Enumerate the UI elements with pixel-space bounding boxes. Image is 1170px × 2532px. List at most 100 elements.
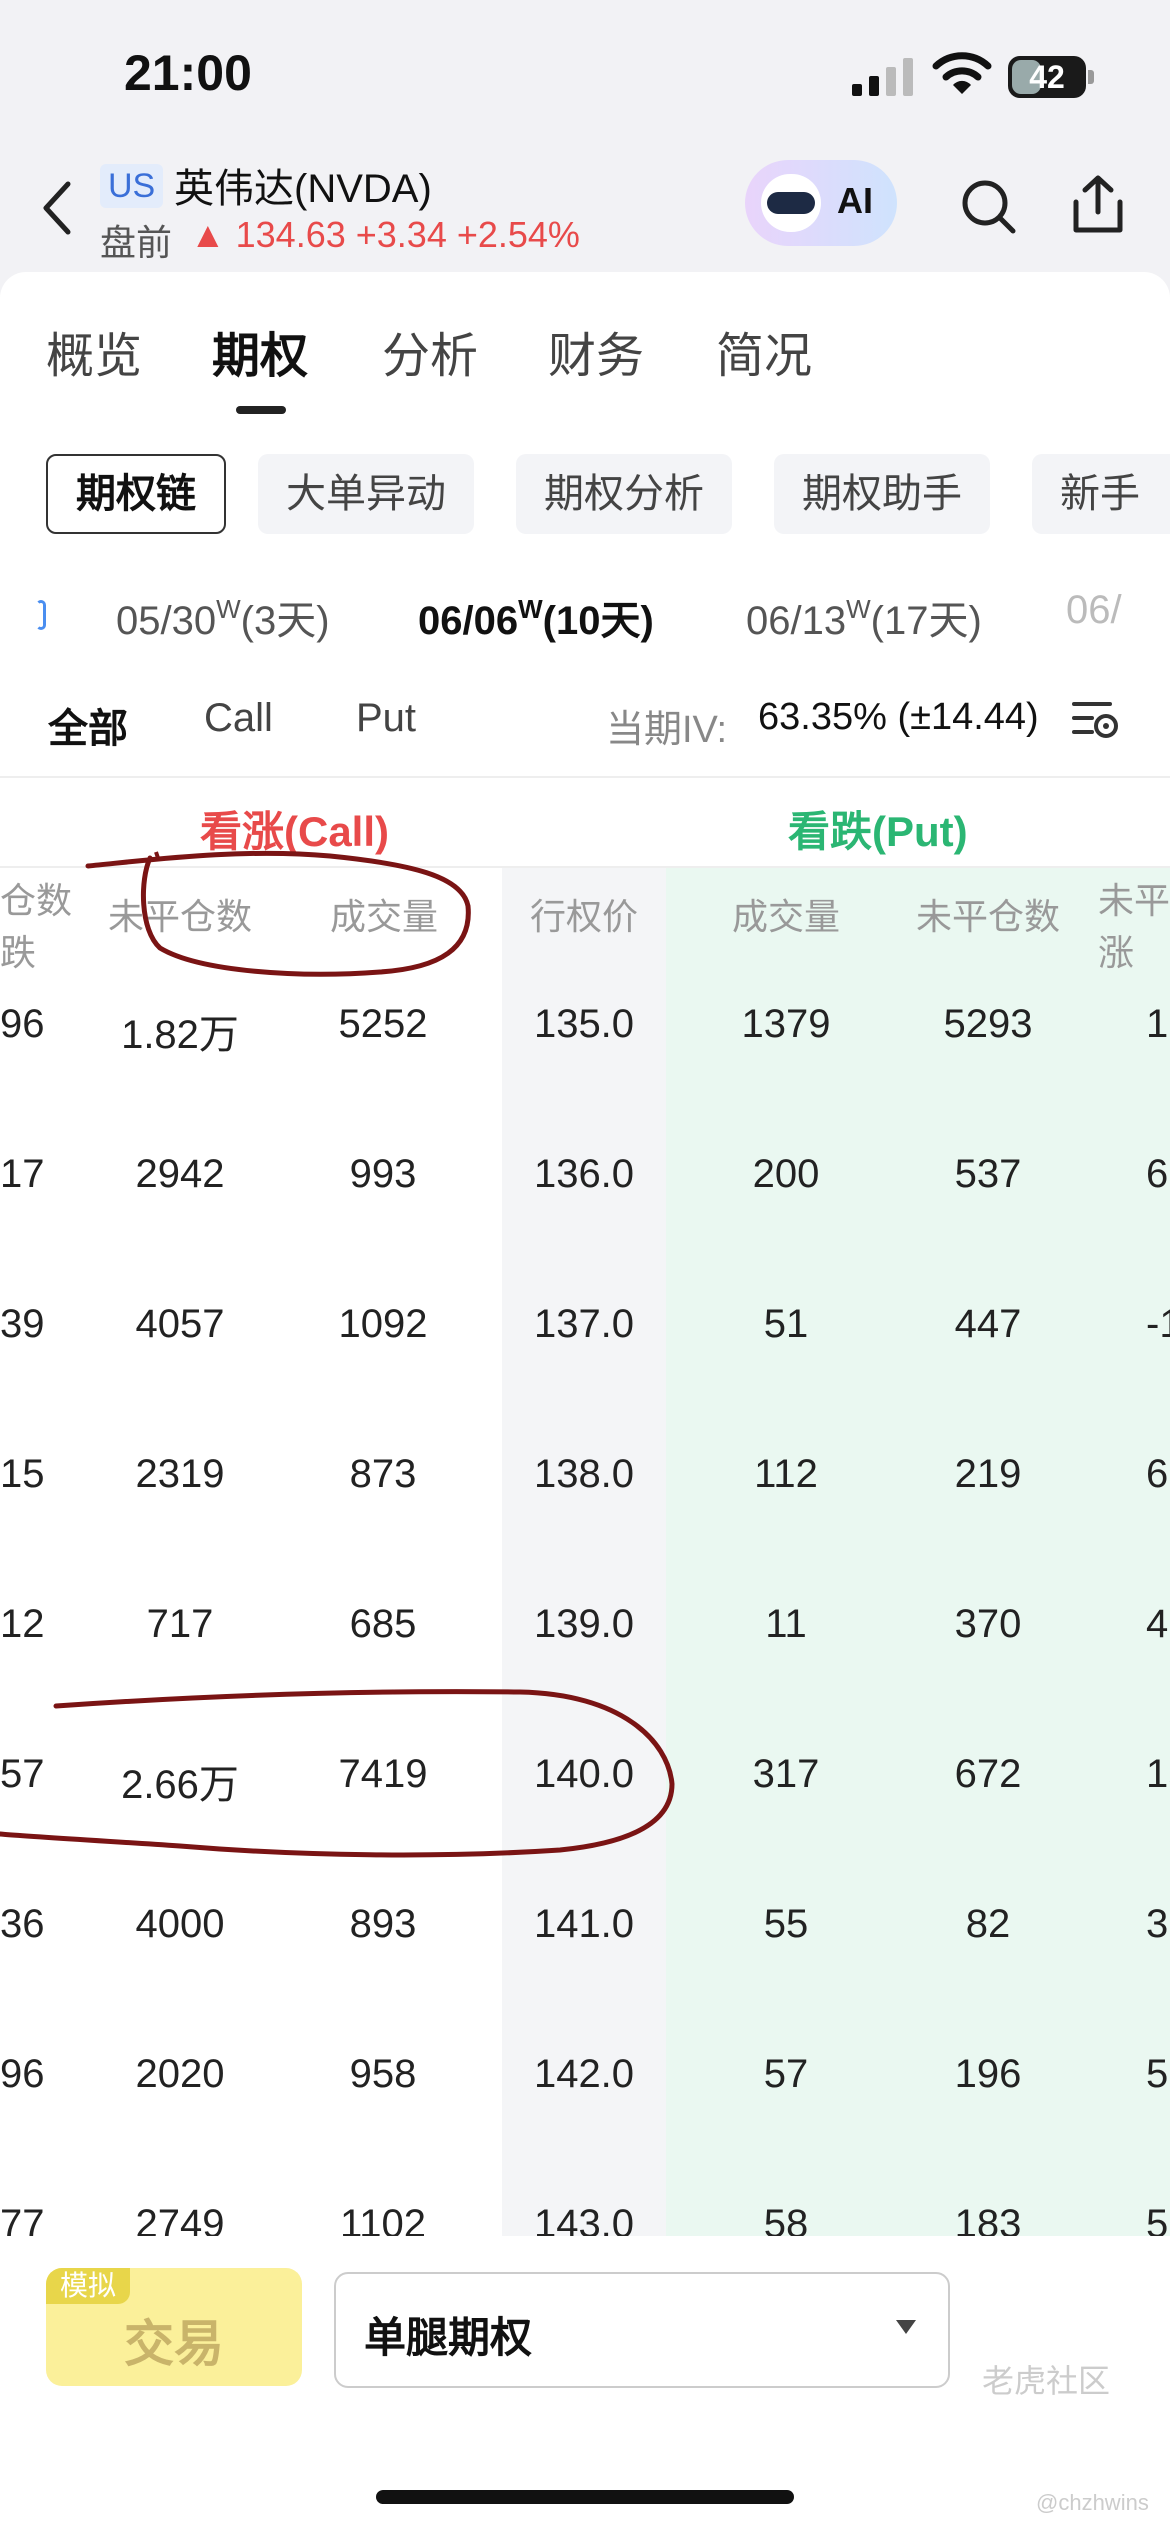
battery-level: 42 — [1029, 59, 1065, 95]
call-volume-cell: 1092 — [338, 1302, 428, 1346]
filter-put[interactable]: Put — [356, 696, 416, 741]
watermark: 老虎社区 — [982, 2363, 1111, 2399]
call-open-interest-cell: 1.82万 — [121, 1013, 239, 1057]
call-change-cell: 57 — [0, 1752, 45, 1796]
strategy-value: 单腿期权 — [364, 2314, 533, 2361]
home-indicator — [376, 2490, 794, 2504]
active-tab-indicator — [236, 406, 286, 414]
put-volume-cell: 51 — [763, 1302, 809, 1346]
filter-call[interactable]: Call — [204, 696, 273, 741]
session-label: 盘前 — [100, 222, 173, 263]
tab-options[interactable]: 期权 — [212, 316, 308, 386]
call-change-cell: 12 — [0, 1602, 45, 1646]
market-badge: US — [100, 164, 164, 208]
wifi-icon — [932, 52, 992, 94]
call-volume-cell: 993 — [349, 1152, 417, 1196]
ai-assistant-button[interactable]: AI — [745, 160, 897, 246]
share-icon[interactable] — [1068, 174, 1128, 236]
filter-all[interactable]: 全部 — [48, 696, 128, 754]
call-open-interest-cell: 2942 — [135, 1152, 225, 1196]
col-call-volume: 成交量 — [330, 896, 439, 937]
subtab-beginner[interactable]: 新手 — [1032, 454, 1170, 534]
put-open-interest-cell: 537 — [954, 1152, 1022, 1196]
put-open-interest-cell: 196 — [954, 2052, 1022, 2096]
subtab-option-chain[interactable]: 期权链 — [46, 454, 226, 534]
put-open-interest-cell: 370 — [954, 1602, 1022, 1646]
tab-analysis[interactable]: 分析 — [382, 316, 478, 386]
stock-name: 英伟达(NVDA) — [174, 167, 432, 211]
expiry-0613[interactable]: 06/13W(17天) — [746, 588, 982, 646]
call-side-header: 看涨(Call) — [200, 808, 390, 855]
col-call-open-interest: 未平仓数 — [108, 896, 253, 937]
call-volume-cell: 873 — [349, 1452, 417, 1496]
strike-cell: 137.0 — [533, 1302, 635, 1346]
put-change-cell: 6 — [1146, 1452, 1169, 1496]
expiry-next[interactable]: 06/ — [1066, 588, 1122, 633]
call-open-interest-cell: 2.66万 — [121, 1763, 239, 1807]
put-open-interest-cell: 82 — [965, 1902, 1011, 1946]
call-open-interest-cell: 2319 — [135, 1452, 225, 1496]
subtab-unusual-activity[interactable]: 大单异动 — [258, 454, 474, 534]
call-volume-cell: 958 — [349, 2052, 417, 2096]
battery-icon: 42 — [1008, 56, 1094, 98]
call-volume-cell: 7419 — [338, 1752, 428, 1796]
robot-icon — [761, 174, 821, 232]
put-side-header: 看跌(Put) — [788, 808, 968, 855]
strike-cell: 135.0 — [533, 1002, 635, 1046]
put-volume-cell: 317 — [752, 1752, 820, 1796]
put-change-cell: 3 — [1146, 1902, 1169, 1946]
col-strike: 行权价 — [530, 896, 639, 937]
strike-cell: 142.0 — [533, 2052, 635, 2096]
call-open-interest-cell: 4000 — [135, 1902, 225, 1946]
call-change-cell: 96 — [0, 1002, 45, 1046]
call-open-interest-cell: 717 — [146, 1602, 214, 1646]
call-change-cell: 17 — [0, 1152, 45, 1196]
put-volume-cell: 11 — [765, 1602, 807, 1646]
col-put-volume: 成交量 — [732, 896, 841, 937]
iv-label: 当期IV: — [606, 709, 728, 751]
put-open-interest-cell: 672 — [954, 1752, 1022, 1796]
iv-value: 63.35% (±14.44) — [758, 696, 1039, 738]
simulation-tag: 模拟 — [46, 2268, 131, 2304]
tab-financials[interactable]: 财务 — [548, 316, 644, 386]
tab-profile[interactable]: 简况 — [716, 316, 812, 386]
call-change-cell: 15 — [0, 1452, 45, 1496]
bottom-bar: 模拟 交易 单腿期权 老虎社区 @chzhwins — [0, 2236, 1170, 2532]
strike-cell: 140.0 — [533, 1752, 635, 1796]
strike-cell: 138.0 — [533, 1452, 635, 1496]
trade-button[interactable]: 模拟 交易 — [46, 2268, 302, 2386]
back-icon[interactable] — [38, 178, 78, 238]
strike-cell: 141.0 — [533, 1902, 635, 1946]
put-open-interest-cell: 5293 — [943, 1002, 1033, 1046]
ai-label: AI — [837, 180, 873, 221]
tab-overview[interactable]: 概览 — [46, 316, 142, 386]
status-time: 21:00 — [124, 45, 252, 101]
status-bar: 21:00 42 — [0, 0, 1170, 150]
search-icon[interactable] — [958, 176, 1018, 236]
put-volume-cell: 55 — [763, 1902, 809, 1946]
price-quote: ▲ 134.63 +3.34 +2.54% — [190, 214, 580, 255]
put-change-cell: 5 — [1146, 2052, 1169, 2096]
put-volume-cell: 1379 — [741, 1002, 831, 1046]
call-open-interest-cell: 4057 — [135, 1302, 225, 1346]
col-put-change: 未平涨 — [1098, 880, 1170, 973]
subtab-option-assistant[interactable]: 期权助手 — [774, 454, 990, 534]
stock-header: US 英伟达(NVDA) 盘前 ▲ 134.63 +3.34 +2.54% AI — [0, 150, 1170, 270]
settings-filter-icon[interactable] — [1070, 696, 1120, 744]
put-volume-cell: 57 — [763, 2052, 809, 2096]
put-change-cell: -1 — [1146, 1302, 1170, 1346]
call-change-cell: 36 — [0, 1902, 45, 1946]
strike-cell: 136.0 — [533, 1152, 635, 1196]
strike-cell: 139.0 — [533, 1602, 635, 1646]
trade-label: 交易 — [124, 2316, 224, 2372]
watermark-user: @chzhwins — [1036, 2490, 1149, 2515]
cellular-signal-icon — [852, 58, 913, 96]
call-volume-cell: 5252 — [338, 1002, 428, 1046]
content-card: 概览 期权 分析 财务 简况 期权链 大单异动 期权分析 期权助手 新手 05/… — [0, 272, 1170, 2532]
col-put-open-interest: 未平仓数 — [916, 896, 1061, 937]
col-call-change: 仓数跌 — [0, 880, 73, 973]
strategy-select[interactable]: 单腿期权 — [334, 2272, 950, 2388]
expiry-0530[interactable]: 05/30W(3天) — [116, 588, 330, 646]
subtab-option-analysis[interactable]: 期权分析 — [516, 454, 732, 534]
expiry-0606[interactable]: 06/06W(10天) — [418, 588, 654, 646]
